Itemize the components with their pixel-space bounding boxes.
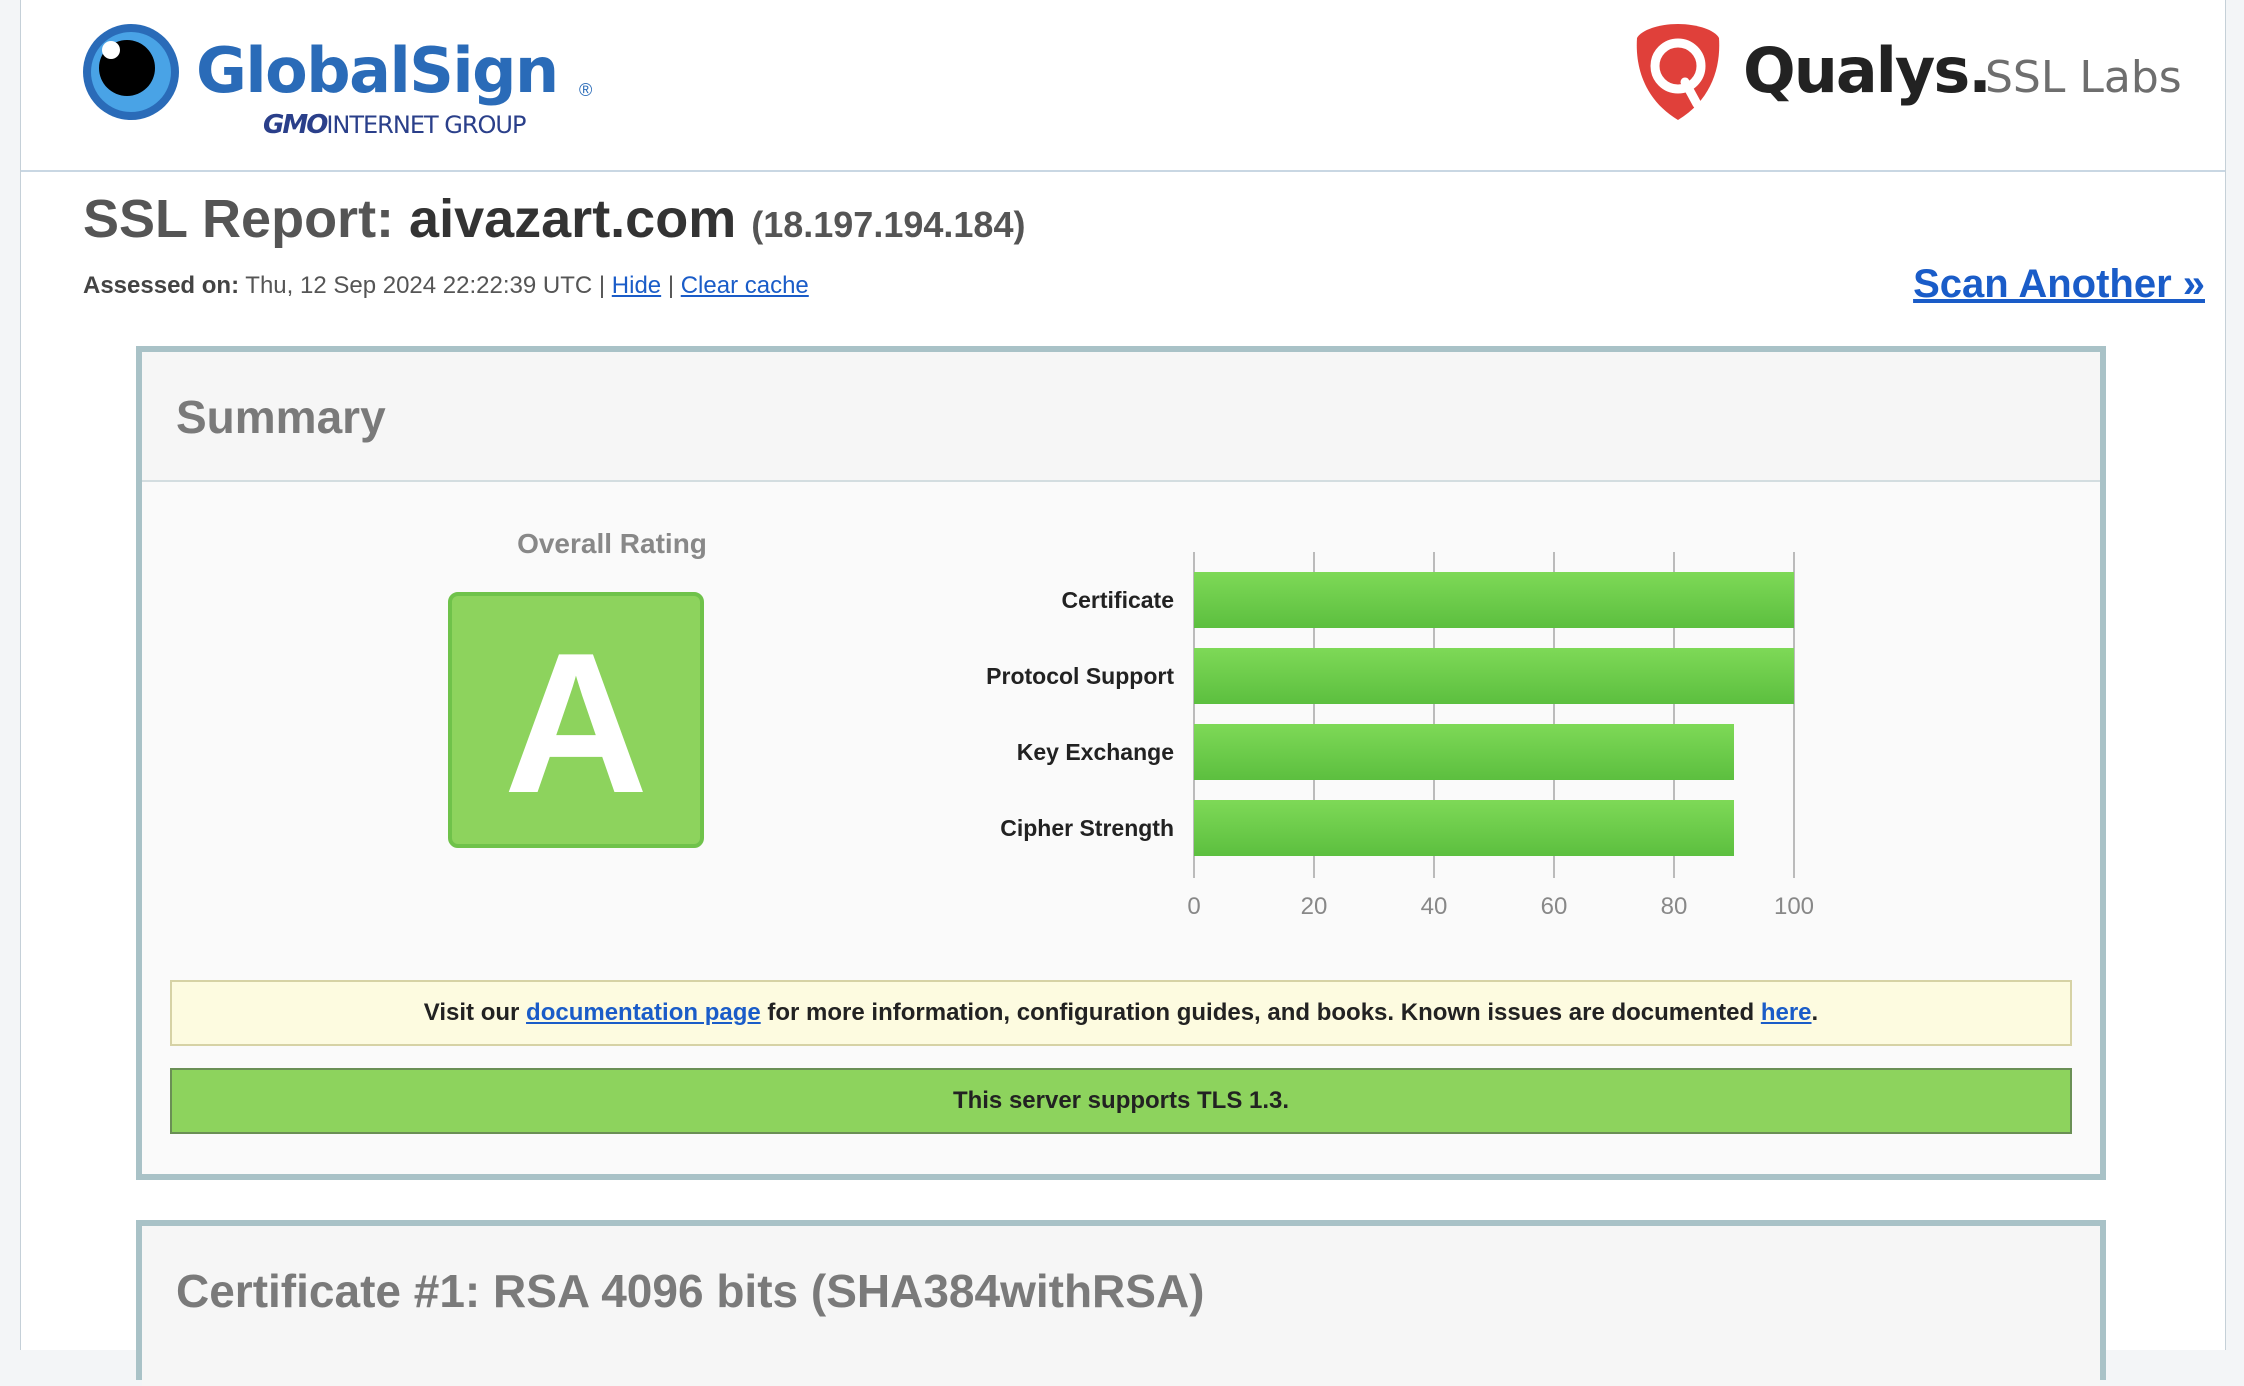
summary-header: Summary [142, 352, 2100, 482]
category-label: Certificate [1062, 587, 1174, 613]
documentation-notice: Visit our documentation page for more in… [170, 980, 2072, 1046]
x-tick-label: 20 [1301, 893, 1328, 920]
certificate-panel: Certificate #1: RSA 4096 bits (SHA384wit… [136, 1220, 2106, 1386]
overall-rating-label: Overall Rating [517, 528, 707, 559]
assessed-label: Assessed on: [83, 272, 240, 299]
category-label: Protocol Support [986, 663, 1174, 689]
separator: | [667, 272, 675, 299]
page: GlobalSign ® GMOINTERNET GROUP Qualys. S… [20, 0, 2226, 1386]
category-label: Key Exchange [1017, 739, 1174, 765]
page-title: SSL Report: aivazart.com (18.197.194.184… [83, 188, 1025, 250]
report-title-prefix: SSL Report: [83, 189, 395, 249]
x-tick-label: 60 [1541, 893, 1568, 920]
bar-protocol-support [1194, 648, 1794, 704]
qualys-shield-icon [1636, 24, 1720, 120]
report-ip: (18.197.194.184) [751, 204, 1026, 245]
assessed-line: Assessed on: Thu, 12 Sep 2024 22:22:39 U… [83, 272, 809, 300]
certificate-header: Certificate #1: RSA 4096 bits (SHA384wit… [142, 1226, 2100, 1386]
tls-notice: This server supports TLS 1.3. [170, 1068, 2072, 1134]
globalsign-logo[interactable]: GlobalSign ® GMOINTERNET GROUP [81, 22, 592, 142]
assessed-date: Thu, 12 Sep 2024 22:22:39 UTC [245, 272, 593, 299]
category-label: Cipher Strength [1000, 815, 1174, 841]
known-issues-link[interactable]: here [1761, 999, 1812, 1026]
x-tick-label: 80 [1661, 893, 1688, 920]
qualys-logo[interactable]: Qualys. SSL Labs [1635, 22, 2195, 132]
bar-cipher-strength [1194, 800, 1734, 856]
globalsign-name: GlobalSign [196, 34, 559, 107]
qualys-name: Qualys. [1743, 34, 1992, 107]
globalsign-eye-icon [83, 24, 179, 120]
summary-panel: Summary Overall Rating A 0 20 40 60 80 100 Cer… [136, 346, 2106, 1180]
report-domain: aivazart.com [409, 189, 737, 249]
header: GlobalSign ® GMOINTERNET GROUP Qualys. S… [21, 0, 2225, 172]
registered-mark: ® [579, 80, 593, 100]
bar-key-exchange [1194, 724, 1734, 780]
scan-another-link[interactable]: Scan Another » [1913, 262, 2205, 307]
grade-box: A [448, 592, 704, 848]
rating-bar-chart: 0 20 40 60 80 100 Certificate Protocol Support K… [986, 552, 1814, 920]
globalsign-group: GMOINTERNET GROUP [263, 110, 526, 140]
x-tick-label: 100 [1774, 893, 1814, 920]
x-tick-label: 40 [1421, 893, 1448, 920]
certificate-title: Certificate #1: RSA 4096 bits (SHA384wit… [176, 1265, 1205, 1317]
summary-title: Summary [176, 391, 386, 443]
ssl-labs-name: SSL Labs [1985, 52, 2182, 103]
clear-cache-link[interactable]: Clear cache [681, 272, 809, 299]
hide-link[interactable]: Hide [612, 272, 661, 299]
bar-certificate [1194, 572, 1794, 628]
x-tick-label: 0 [1187, 893, 1200, 920]
separator: | [598, 272, 606, 299]
grade-letter: A [503, 612, 649, 835]
documentation-page-link[interactable]: documentation page [526, 999, 761, 1026]
